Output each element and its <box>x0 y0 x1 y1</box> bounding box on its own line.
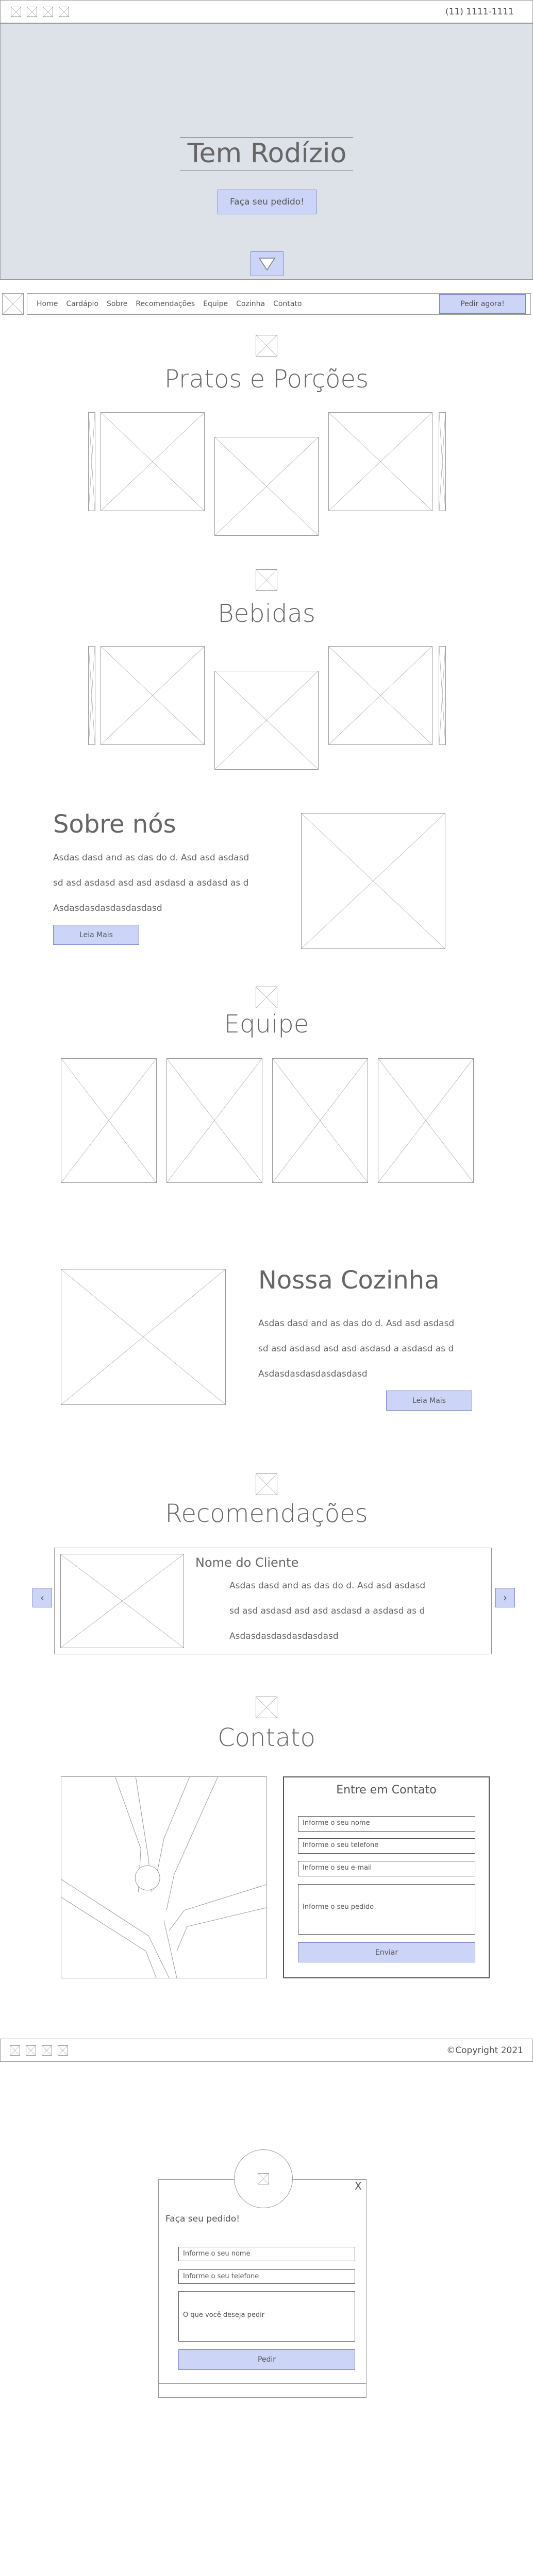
about-text-line: sd asd asdasd asd asd asdasd a asdasd as… <box>53 878 249 888</box>
team-section-icon <box>256 987 277 1008</box>
nav-item-cardapio[interactable]: Cardápio <box>66 300 98 308</box>
drinks-section-icon <box>256 569 277 591</box>
kitchen-text-line: Asdas dasd and as das do d. Asd asd asda… <box>258 1318 455 1329</box>
contact-order-placeholder: Informe o seu pedido <box>303 1903 374 1911</box>
contact-send-button[interactable]: Enviar <box>298 1942 475 1962</box>
order-modal: X Faça seu pedido! Informe o seu nome In… <box>158 2179 367 2398</box>
testimonial-text-line: sd asd asdasd asd asd asdasd a asdasd as… <box>229 1606 425 1616</box>
team-member-photo <box>378 1058 474 1183</box>
contact-email-field[interactable]: Informe o seu e-mail <box>298 1861 475 1876</box>
modal-logo-icon <box>258 2173 269 2184</box>
scroll-down-button[interactable] <box>251 251 284 276</box>
team-member-photo <box>166 1058 262 1183</box>
nav-item-recomendacoes[interactable]: Recomendações <box>136 300 195 308</box>
instagram-icon[interactable] <box>27 7 37 17</box>
dishes-title: Pratos e Porções <box>164 365 369 394</box>
drink-image <box>328 646 432 745</box>
modal-divider <box>159 2383 366 2384</box>
testimonial-text-line: Asdas dasd and as das do d. Asd asd asda… <box>229 1581 426 1591</box>
modal-title: Faça seu pedido! <box>165 2214 240 2224</box>
footer: ©Copyright 2021 <box>0 2039 533 2062</box>
team-member-photo <box>61 1058 157 1183</box>
map-icon <box>61 1777 266 1978</box>
testimonial-card: Nome do Cliente Asdas dasd and as das do… <box>54 1548 492 1654</box>
drink-image <box>214 671 319 770</box>
nav-item-contato[interactable]: Contato <box>273 300 302 308</box>
recommendations-section-icon <box>256 1473 277 1495</box>
about-image <box>301 813 445 949</box>
kitchen-title: Nossa Cozinha <box>258 1266 440 1295</box>
top-bar: (11) 1111-1111 <box>0 0 533 23</box>
nav-item-home[interactable]: Home <box>37 300 58 308</box>
whatsapp-icon[interactable] <box>58 2045 68 2056</box>
whatsapp-icon[interactable] <box>59 7 69 17</box>
about-text-line: Asdas dasd and as das do d. Asd asd asda… <box>53 853 249 863</box>
facebook-icon[interactable] <box>10 2045 20 2056</box>
order-now-button[interactable]: Pedir agora! <box>439 294 526 314</box>
modal-phone-field[interactable]: Informe o seu telefone <box>178 2269 355 2284</box>
about-title: Sobre nós <box>53 810 176 839</box>
drinks-carousel-prev[interactable] <box>88 646 95 745</box>
drink-image <box>101 646 205 745</box>
team-member-photo <box>272 1058 368 1183</box>
dishes-carousel-prev[interactable] <box>88 412 95 511</box>
recommendations-next-button[interactable]: › <box>495 1588 515 1607</box>
contact-form: Entre em Contato Informe o seu nome Info… <box>283 1776 490 1978</box>
drinks-title: Bebidas <box>218 599 315 628</box>
dish-image <box>101 412 205 511</box>
kitchen-read-more-button[interactable]: Leia Mais <box>386 1391 472 1411</box>
recommendations-title: Recomendações <box>165 1499 368 1528</box>
dish-image <box>328 412 432 511</box>
recommendations-prev-button[interactable]: ‹ <box>32 1588 52 1607</box>
client-name: Nome do Cliente <box>195 1555 299 1570</box>
facebook-icon[interactable] <box>11 7 21 17</box>
modal-order-field[interactable]: O que você deseja pedir <box>178 2291 355 2342</box>
modal-submit-button[interactable]: Pedir <box>178 2349 355 2370</box>
twitter-icon[interactable] <box>43 7 53 17</box>
kitchen-text-line: Asdasdasdasdasdasdasd <box>258 1369 368 1379</box>
modal-order-placeholder: O que você deseja pedir <box>183 2311 265 2319</box>
team-title: Equipe <box>224 1010 309 1039</box>
contact-section-icon <box>256 1697 277 1718</box>
dishes-carousel-next[interactable] <box>439 412 446 511</box>
dish-image <box>214 437 319 536</box>
hero-order-button[interactable]: Faça seu pedido! <box>218 190 317 214</box>
hero-banner: Tem Rodízio Faça seu pedido! <box>0 23 533 280</box>
modal-avatar-circle <box>234 2149 293 2208</box>
copyright: ©Copyright 2021 <box>446 2045 523 2056</box>
hero-title: Tem Rodízio <box>187 138 347 169</box>
location-map[interactable] <box>61 1776 267 1978</box>
modal-name-field[interactable]: Informe o seu nome <box>178 2247 355 2261</box>
phone-number: (11) 1111-1111 <box>445 7 514 17</box>
main-nav: Home Cardápio Sobre Recomendações Equipe Cozi… <box>0 292 533 316</box>
contact-form-title: Entre em Contato <box>336 1784 437 1797</box>
contact-title: Contato <box>218 1723 315 1752</box>
nav-item-equipe[interactable]: Equipe <box>203 300 228 308</box>
instagram-icon[interactable] <box>26 2045 36 2056</box>
contact-order-field[interactable]: Informe o seu pedido <box>298 1884 475 1935</box>
close-icon[interactable]: X <box>355 2180 362 2192</box>
hero-rule-top <box>180 137 353 138</box>
contact-name-field[interactable]: Informe o seu nome <box>298 1816 475 1832</box>
nav-item-sobre[interactable]: Sobre <box>107 300 127 308</box>
client-photo <box>60 1554 184 1648</box>
drinks-carousel-next[interactable] <box>439 646 446 745</box>
kitchen-image <box>61 1269 226 1405</box>
twitter-icon[interactable] <box>42 2045 52 2056</box>
testimonial-text-line: Asdasdasdasdasdasdasd <box>229 1631 339 1641</box>
dishes-section-icon <box>256 335 277 357</box>
chevron-down-icon <box>258 258 276 271</box>
contact-phone-field[interactable]: Informe o seu telefone <box>298 1838 475 1854</box>
kitchen-text-line: sd asd asdasd asd asd asdasd a asdasd as… <box>258 1344 454 1354</box>
logo[interactable] <box>2 293 24 315</box>
nav-item-cozinha[interactable]: Cozinha <box>236 300 265 308</box>
about-read-more-button[interactable]: Leia Mais <box>53 925 139 945</box>
about-text-line: Asdasdasdasdasdasdasd <box>53 903 162 913</box>
